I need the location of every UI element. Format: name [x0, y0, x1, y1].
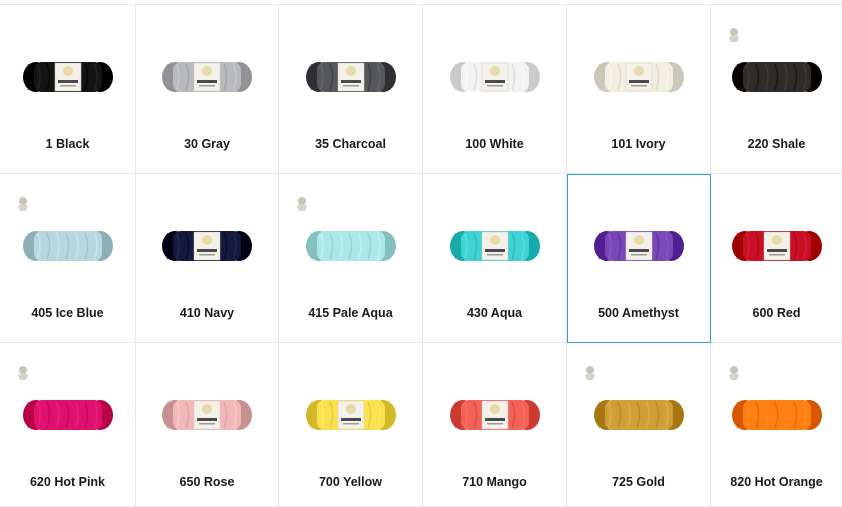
- yarn-skein-image: [305, 231, 396, 261]
- yarn-skein-image: [162, 62, 252, 92]
- yarn-skein-image: [593, 231, 684, 261]
- product-color-label: 35 Charcoal: [315, 137, 386, 151]
- yarn-skein-image: [593, 400, 684, 430]
- product-tile[interactable]: 415 Pale Aqua: [279, 174, 423, 343]
- product-tile[interactable]: 410 Navy: [136, 174, 279, 343]
- yarn-color-grid: 1 Black 30 Gray 35 Charcoal 100 White 101 Iv…: [0, 0, 842, 507]
- product-color-label: 700 Yellow: [318, 475, 382, 489]
- brand-logo-icon: [18, 197, 28, 211]
- product-color-label: 415 Pale Aqua: [308, 306, 393, 320]
- yarn-skein-image: [22, 400, 113, 430]
- product-tile[interactable]: 500 Amethyst: [567, 174, 711, 343]
- yarn-skein-image: [449, 400, 540, 430]
- product-color-label: 220 Shale: [747, 137, 806, 151]
- product-color-label: 410 Navy: [179, 306, 235, 320]
- product-tile[interactable]: 600 Red: [711, 174, 842, 343]
- brand-logo-icon: [729, 366, 739, 380]
- product-color-label: 710 Mango: [462, 475, 527, 489]
- product-tile[interactable]: 430 Aqua: [423, 174, 567, 343]
- product-color-label: 600 Red: [752, 306, 801, 320]
- brand-logo-icon: [729, 28, 739, 42]
- yarn-skein-image: [22, 231, 113, 261]
- product-tile[interactable]: 725 Gold: [567, 343, 711, 507]
- product-tile[interactable]: 710 Mango: [423, 343, 567, 507]
- product-color-label: 100 White: [465, 137, 524, 151]
- product-color-label: 500 Amethyst: [598, 306, 679, 320]
- product-tile[interactable]: 820 Hot Orange: [711, 343, 842, 507]
- yarn-skein-image: [731, 400, 822, 430]
- brand-logo-icon: [18, 366, 28, 380]
- product-tile[interactable]: 405 Ice Blue: [0, 174, 136, 343]
- product-color-label: 650 Rose: [179, 475, 235, 489]
- yarn-skein-image: [593, 62, 684, 92]
- brand-logo-icon: [585, 366, 595, 380]
- product-color-label: 820 Hot Orange: [730, 475, 823, 489]
- product-color-label: 405 Ice Blue: [31, 306, 104, 320]
- product-color-label: 725 Gold: [612, 475, 665, 489]
- yarn-skein-image: [305, 62, 396, 92]
- yarn-skein-image: [22, 62, 113, 92]
- yarn-skein-image: [162, 400, 252, 430]
- product-tile[interactable]: 101 Ivory: [567, 5, 711, 174]
- yarn-skein-image: [449, 231, 540, 261]
- product-tile[interactable]: 1 Black: [0, 5, 136, 174]
- product-tile[interactable]: 35 Charcoal: [279, 5, 423, 174]
- yarn-skein-image: [731, 231, 822, 261]
- product-color-label: 620 Hot Pink: [29, 475, 106, 489]
- product-color-label: 101 Ivory: [611, 137, 666, 151]
- product-color-label: 430 Aqua: [466, 306, 523, 320]
- product-tile[interactable]: 100 White: [423, 5, 567, 174]
- product-color-label: 1 Black: [45, 137, 90, 151]
- product-color-label: 30 Gray: [184, 137, 230, 151]
- brand-logo-icon: [297, 197, 307, 211]
- product-tile[interactable]: 650 Rose: [136, 343, 279, 507]
- product-tile[interactable]: 220 Shale: [711, 5, 842, 174]
- yarn-skein-image: [162, 231, 252, 261]
- yarn-skein-image: [305, 400, 396, 430]
- product-tile[interactable]: 30 Gray: [136, 5, 279, 174]
- product-tile[interactable]: 700 Yellow: [279, 343, 423, 507]
- product-tile[interactable]: 620 Hot Pink: [0, 343, 136, 507]
- yarn-skein-image: [731, 62, 822, 92]
- yarn-skein-image: [449, 62, 540, 92]
